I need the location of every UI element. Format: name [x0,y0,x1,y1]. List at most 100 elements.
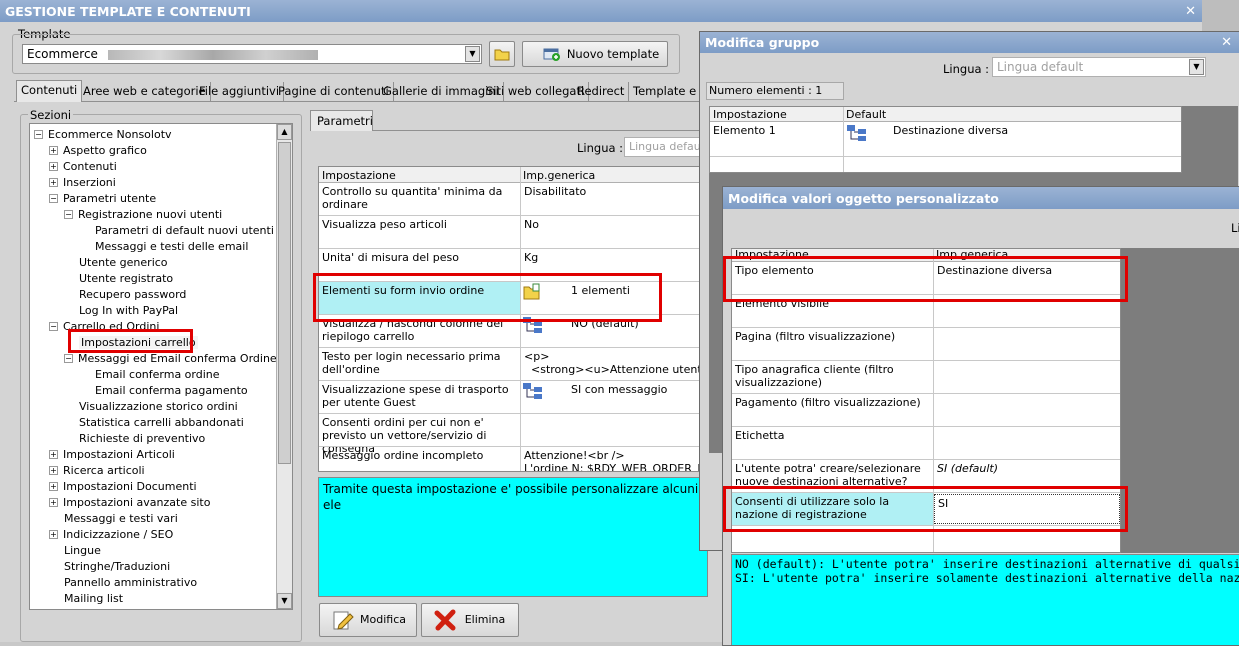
expand-icon[interactable]: + [49,530,58,539]
tree-item[interactable]: Stringhe/Traduzioni [64,559,170,574]
modifica-label: Modifica [360,613,406,626]
tree-item[interactable]: + Impostazioni Documenti [49,479,197,494]
tab-pagine-contenuti[interactable]: Pagine di contenuti [274,82,394,102]
table-row[interactable]: Pagina (filtro visualizzazione) [732,328,1120,361]
tree-item-label: Inserzioni [63,176,116,189]
row-name: Visualizzazione spese di trasporto per u… [322,383,509,409]
tree-item[interactable]: + Contenuti [49,159,117,174]
scroll-down-icon[interactable]: ▼ [277,593,292,609]
expand-icon[interactable]: + [49,450,58,459]
valori-right-dark [1121,248,1239,553]
table-row[interactable]: Controllo su quantita' minima da ordinar… [319,183,707,216]
tree-item[interactable]: + Indicizzazione / SEO [49,527,173,542]
tree-item[interactable]: Email conferma ordine [95,367,220,382]
tree-item[interactable]: Statistica carrelli abbandonati [79,415,244,430]
expand-icon[interactable]: + [49,146,58,155]
tree-item[interactable]: − Parametri utente [49,191,156,206]
tree-item-label: Utente registrato [79,272,174,285]
row-value[interactable] [934,328,1120,332]
collapse-icon[interactable]: − [64,354,73,363]
tab-parametri-label: Parametri [317,114,373,128]
gruppo-col-default: Default [846,108,887,121]
parametri-tab-line [373,130,703,131]
tree-item[interactable]: Email conferma pagamento [95,383,248,398]
table-row[interactable]: Visualizzazione spese di trasporto per u… [319,381,707,414]
tree-item-label: Email conferma ordine [95,368,220,381]
table-row[interactable]: Visualizza peso articoli No [319,216,707,249]
table-row[interactable]: Messaggio ordine incompleto Attenzione!<b… [319,447,707,471]
tree-item-label: Impostazioni Documenti [63,480,197,493]
expand-icon[interactable]: + [49,482,58,491]
tab-redirect[interactable]: Redirect [573,82,630,102]
elimina-button[interactable]: Elimina [421,603,519,637]
tree-item-label: Pannello amministrativo [64,576,198,589]
table-row[interactable]: Etichetta [732,427,1120,460]
template-select[interactable]: Ecommerce ▼ [22,44,482,64]
gruppo-lingua-select[interactable]: Lingua default ▼ [992,57,1206,77]
expand-icon[interactable]: + [49,466,58,475]
chevron-down-icon[interactable]: ▼ [1189,59,1204,75]
row-value[interactable] [934,427,1120,431]
tree-item[interactable]: Messaggi e testi delle email [95,239,248,254]
tree-item[interactable]: + Impostazioni avanzate sito [49,495,210,510]
new-template-button[interactable]: Nuovo template [522,41,668,67]
tree-item[interactable]: − Ecommerce Nonsolotv [34,127,172,142]
tree-item[interactable]: + Inserzioni [49,175,116,190]
tree-item[interactable]: − Messaggi ed Email conferma Ordine [64,351,277,366]
tree-item[interactable]: Utente generico [79,255,168,270]
tab-aree-web[interactable]: Aree web e categorie [79,82,211,102]
collapse-icon[interactable]: − [34,130,43,139]
table-row[interactable]: Consenti ordini per cui non e' previsto … [319,414,707,455]
expand-icon[interactable]: + [49,498,58,507]
tree-item-label: Ecommerce Nonsolotv [48,128,172,141]
expand-icon[interactable]: + [49,178,58,187]
close-icon[interactable]: ✕ [1185,0,1196,24]
tree-item[interactable]: Visualizzazione storico ordini [79,399,238,414]
expand-icon[interactable]: + [49,162,58,171]
scroll-up-icon[interactable]: ▲ [277,124,292,140]
chevron-down-icon[interactable]: ▼ [465,46,480,62]
scroll-thumb[interactable] [278,142,291,464]
gruppo-col-impostazione: Impostazione [713,108,787,121]
tree-item[interactable]: Lingue [64,543,101,558]
tree-item[interactable]: Log In with PayPal [79,303,178,318]
tree-scrollbar[interactable]: ▲ ▼ [276,124,292,609]
new-template-label: Nuovo template [566,47,660,61]
tree-item[interactable]: + Ricerca articoli [49,463,145,478]
tree-item[interactable]: Richieste di preventivo [79,431,205,446]
collapse-icon[interactable]: − [49,322,58,331]
tree-item-label: Visualizzazione storico ordini [79,400,238,413]
tree-item[interactable]: Pannello amministrativo [64,575,197,590]
row-value: Disabilitato [524,185,587,198]
open-folder-button[interactable] [489,41,515,67]
tree-item[interactable]: + Impostazioni Articoli [49,447,175,462]
elimina-label: Elimina [464,613,506,626]
tab-contenuti[interactable]: Contenuti [16,80,83,102]
tree-item-label: Statistica carrelli abbandonati [79,416,244,429]
tree-item[interactable]: Utente registrato [79,271,173,286]
table-row[interactable]: Pagamento (filtro visualizzazione) [732,394,1120,427]
tab-parametri[interactable]: Parametri [310,110,373,131]
tree-item[interactable]: Parametri di default nuovi utenti [95,223,274,238]
tab-file-aggiuntivi[interactable]: File aggiuntivi [195,82,285,102]
row-value[interactable] [934,361,1120,365]
tree-item[interactable]: Messaggi e testi vari [64,511,178,526]
tree-item[interactable]: − Registrazione nuovi utenti [64,207,222,222]
tree-item[interactable]: + Aspetto grafico [49,143,147,158]
row-value[interactable] [934,394,1120,398]
collapse-icon[interactable]: − [64,210,73,219]
gruppo-row-name: Elemento 1 [713,124,776,137]
modifica-valori-title-bar: Modifica valori oggetto personalizzato [723,187,1239,209]
table-row[interactable]: Testo per login necessario prima dell'or… [319,348,707,381]
annotation-tipo-elemento [723,256,1128,302]
tree-item[interactable]: Mailing list [64,591,123,606]
table-row[interactable]: Tipo anagrafica cliente (filtro visualiz… [732,361,1120,394]
tree-item[interactable]: Recupero password [79,287,186,302]
tree-item-label: Indicizzazione / SEO [63,528,174,541]
gruppo-grid: Impostazione Default Elemento 1 Destinaz… [709,106,1182,173]
close-icon[interactable]: ✕ [1221,32,1232,54]
collapse-icon[interactable]: − [49,194,58,203]
gruppo-row-value[interactable]: Destinazione diversa [890,122,1011,139]
modifica-button[interactable]: Modifica [319,603,417,637]
row-value[interactable]: SI (default) [934,460,1120,477]
